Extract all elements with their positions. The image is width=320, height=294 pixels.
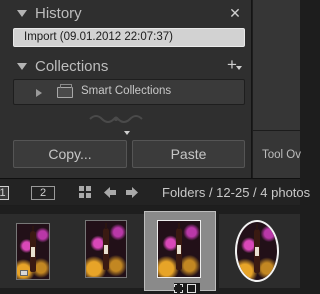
- expand-arrow-icon[interactable]: [36, 89, 42, 97]
- filmstrip-cell-selected[interactable]: [144, 211, 216, 294]
- close-icon[interactable]: ✕: [229, 6, 241, 20]
- divider: [253, 130, 300, 131]
- forward-arrow-icon[interactable]: [125, 186, 139, 199]
- disclosure-triangle-icon[interactable]: [17, 63, 27, 70]
- back-arrow-icon[interactable]: [103, 186, 117, 199]
- photo-thumbnail[interactable]: [85, 220, 127, 278]
- photo-thumbnail[interactable]: [157, 220, 201, 278]
- collections-panel-header[interactable]: Collections +: [0, 55, 252, 79]
- photo-thumbnail[interactable]: [235, 220, 279, 282]
- collections-list: Smart Collections: [13, 79, 245, 105]
- panel-end-ornament-icon: [89, 115, 143, 123]
- smart-collections-item[interactable]: Smart Collections: [81, 85, 171, 97]
- filmstrip-cell[interactable]: [0, 214, 73, 288]
- history-title: History: [35, 5, 82, 22]
- photo-thumbnail[interactable]: [16, 223, 50, 280]
- tool-overlay-label[interactable]: Tool Ov: [262, 149, 301, 161]
- primary-window-button[interactable]: 1: [0, 186, 9, 200]
- collapse-triangle-icon[interactable]: [124, 131, 130, 135]
- history-panel-header[interactable]: History ✕: [0, 2, 252, 26]
- collections-title: Collections: [35, 58, 109, 75]
- copy-button[interactable]: Copy...: [13, 140, 127, 168]
- secondary-window-button[interactable]: 2: [31, 186, 55, 200]
- filmstrip: [0, 206, 300, 294]
- folder-path[interactable]: Folders / 12-25 / 4 photos: [162, 185, 310, 200]
- smart-collection-icon: [57, 84, 73, 98]
- disclosure-triangle-icon[interactable]: [17, 10, 27, 17]
- grid-view-icon[interactable]: [79, 186, 92, 199]
- paste-button[interactable]: Paste: [132, 140, 245, 168]
- plus-icon[interactable]: +: [227, 56, 242, 73]
- filmstrip-cell[interactable]: [71, 214, 145, 288]
- crop-icon: [174, 283, 200, 294]
- left-panel: History ✕ Import (09.01.2012 22:07:37) C…: [0, 0, 252, 178]
- badge-icon: [20, 270, 28, 276]
- history-item[interactable]: Import (09.01.2012 22:07:37): [13, 28, 245, 47]
- filmstrip-toolbar: 1 2 Folders / 12-25 / 4 photos: [0, 178, 310, 205]
